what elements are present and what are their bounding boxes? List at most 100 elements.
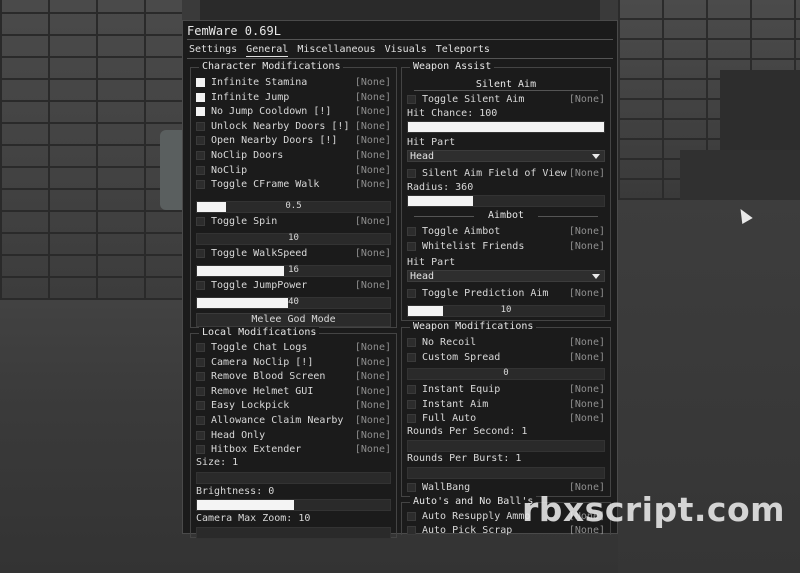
jumppower-slider[interactable]: 40 xyxy=(196,297,391,309)
toggle-aimbot-row[interactable]: Toggle Aimbot [None] xyxy=(407,225,605,238)
keybind-label[interactable]: [None] xyxy=(569,241,605,252)
tab-teleports[interactable]: Teleports xyxy=(436,44,490,57)
toggle-jumppower-row[interactable]: Toggle JumpPower [None] xyxy=(196,279,391,292)
checkbox[interactable] xyxy=(196,180,205,190)
keybind-label[interactable]: [None] xyxy=(355,77,391,88)
checkbox[interactable] xyxy=(196,372,205,382)
checkbox[interactable] xyxy=(196,107,205,117)
brightness-slider[interactable] xyxy=(196,499,391,511)
keybind-label[interactable]: [None] xyxy=(355,400,391,411)
checkbox[interactable] xyxy=(196,92,205,102)
option-row[interactable]: Camera NoClip [!] [None] xyxy=(196,356,391,369)
option-row[interactable]: Toggle CFrame Walk [None] xyxy=(196,178,391,191)
option-row[interactable]: NoClip [None] xyxy=(196,164,391,177)
walkspeed-slider[interactable]: 16 xyxy=(196,265,391,277)
checkbox[interactable] xyxy=(407,242,416,251)
checkbox[interactable] xyxy=(196,165,205,175)
radius-slider[interactable] xyxy=(407,195,605,207)
spin-slider[interactable]: 10 xyxy=(196,233,391,245)
full-auto-row[interactable]: Full Auto [None] xyxy=(407,412,605,425)
rounds-per-second-slider[interactable] xyxy=(407,440,605,452)
option-row[interactable]: Infinite Jump [None] xyxy=(196,91,391,104)
checkbox[interactable] xyxy=(407,353,416,362)
keybind-label[interactable]: [None] xyxy=(355,121,391,132)
keybind-label[interactable]: [None] xyxy=(355,135,391,146)
keybind-label[interactable]: [None] xyxy=(355,444,391,455)
checkbox[interactable] xyxy=(407,400,416,409)
checkbox[interactable] xyxy=(407,289,416,298)
option-row[interactable]: Easy Lockpick [None] xyxy=(196,399,391,412)
keybind-label[interactable]: [None] xyxy=(569,288,605,299)
option-row[interactable]: Toggle Chat Logs [None] xyxy=(196,341,391,354)
tab-general[interactable]: General xyxy=(246,44,289,57)
toggle-silent-aim-row[interactable]: Toggle Silent Aim [None] xyxy=(407,93,605,106)
toggle-prediction-aim-row[interactable]: Toggle Prediction Aim [None] xyxy=(407,287,605,300)
cframe-walk-slider[interactable]: 0.5 xyxy=(196,201,391,213)
keybind-label[interactable]: [None] xyxy=(355,165,391,176)
checkbox[interactable] xyxy=(196,121,205,131)
tab-miscellaneous[interactable]: Miscellaneous xyxy=(297,44,375,57)
keybind-label[interactable]: [None] xyxy=(569,226,605,237)
keybind-label[interactable]: [None] xyxy=(355,280,391,291)
camera-zoom-slider[interactable] xyxy=(196,527,391,539)
whitelist-friends-row[interactable]: Whitelist Friends [None] xyxy=(407,240,605,253)
toggle-spin-row[interactable]: Toggle Spin [None] xyxy=(196,215,391,228)
checkbox[interactable] xyxy=(196,430,205,440)
checkbox[interactable] xyxy=(196,343,205,352)
option-row[interactable]: Allowance Claim Nearby [None] xyxy=(196,414,391,427)
checkbox[interactable] xyxy=(196,151,205,160)
keybind-label[interactable]: [None] xyxy=(355,386,391,397)
checkbox[interactable] xyxy=(407,385,416,394)
checkbox[interactable] xyxy=(196,217,205,226)
checkbox[interactable] xyxy=(407,512,416,521)
keybind-label[interactable]: [None] xyxy=(569,352,605,363)
keybind-label[interactable]: [None] xyxy=(569,413,605,424)
size-slider[interactable] xyxy=(196,472,391,484)
keybind-label[interactable]: [None] xyxy=(569,399,605,410)
checkbox[interactable] xyxy=(407,483,416,492)
keybind-label[interactable]: [None] xyxy=(569,94,605,105)
keybind-label[interactable]: [None] xyxy=(355,216,391,227)
option-row[interactable]: Head Only [None] xyxy=(196,429,391,442)
option-row[interactable]: Unlock Nearby Doors [!] [None] xyxy=(196,120,391,133)
option-row[interactable]: Remove Blood Screen [None] xyxy=(196,370,391,383)
option-row[interactable]: NoClip Doors [None] xyxy=(196,149,391,162)
checkbox[interactable] xyxy=(196,357,205,367)
keybind-label[interactable]: [None] xyxy=(355,371,391,382)
option-row[interactable]: Infinite Stamina [None] xyxy=(196,76,391,89)
tab-visuals[interactable]: Visuals xyxy=(385,44,427,57)
checkbox[interactable] xyxy=(196,136,205,146)
instant-aim-row[interactable]: Instant Aim [None] xyxy=(407,398,605,411)
hit-part-dropdown[interactable]: Head xyxy=(407,150,605,162)
instant-equip-row[interactable]: Instant Equip [None] xyxy=(407,383,605,396)
checkbox[interactable] xyxy=(196,78,205,87)
option-row[interactable]: Hitbox Extender [None] xyxy=(196,443,391,456)
checkbox[interactable] xyxy=(196,416,205,425)
option-row[interactable]: No Jump Cooldown [!] [None] xyxy=(196,105,391,118)
no-recoil-row[interactable]: No Recoil [None] xyxy=(407,336,605,349)
keybind-label[interactable]: [None] xyxy=(569,384,605,395)
checkbox[interactable] xyxy=(196,386,205,396)
tab-settings[interactable]: Settings xyxy=(189,44,237,57)
checkbox[interactable] xyxy=(196,281,205,290)
checkbox[interactable] xyxy=(407,169,416,178)
keybind-label[interactable]: [None] xyxy=(355,92,391,103)
checkbox[interactable] xyxy=(407,227,416,236)
keybind-label[interactable]: [None] xyxy=(569,337,605,348)
keybind-label[interactable]: [None] xyxy=(355,342,391,353)
checkbox[interactable] xyxy=(407,95,416,104)
keybind-label[interactable]: [None] xyxy=(355,357,391,368)
keybind-label[interactable]: [None] xyxy=(355,106,391,117)
checkbox[interactable] xyxy=(196,249,205,258)
aimbot-hit-part-dropdown[interactable]: Head xyxy=(407,270,605,282)
hit-chance-slider[interactable] xyxy=(407,121,605,133)
option-row[interactable]: Open Nearby Doors [!] [None] xyxy=(196,134,391,147)
keybind-label[interactable]: [None] xyxy=(569,168,605,179)
rounds-per-burst-slider[interactable] xyxy=(407,467,605,479)
keybind-label[interactable]: [None] xyxy=(355,179,391,190)
spread-slider[interactable]: 0 xyxy=(407,368,605,380)
keybind-label[interactable]: [None] xyxy=(355,248,391,259)
keybind-label[interactable]: [None] xyxy=(355,415,391,426)
checkbox[interactable] xyxy=(407,525,416,535)
checkbox[interactable] xyxy=(407,414,416,423)
